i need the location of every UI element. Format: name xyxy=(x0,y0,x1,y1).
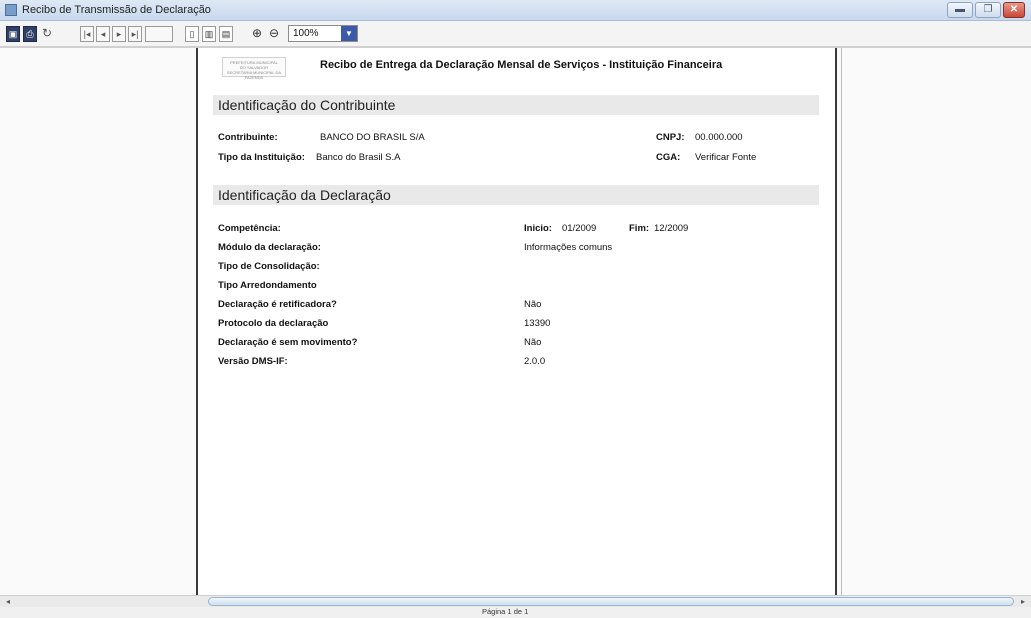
fim-label: Fim: xyxy=(629,223,650,234)
modulo-value: Informações comuns xyxy=(524,242,613,253)
versao-value: 2.0.0 xyxy=(524,356,546,367)
consolidacao-label: Tipo de Consolidação: xyxy=(218,261,320,272)
page-shadow xyxy=(841,48,842,596)
zoom-in-icon[interactable]: ⊕ xyxy=(250,26,264,42)
page-indicator: Página 1 de 1 xyxy=(482,607,529,616)
page-view-icon[interactable]: ▯ xyxy=(185,26,199,42)
tipo-instituicao-value: Banco do Brasil S.A xyxy=(316,152,401,163)
protocolo-value: 13390 xyxy=(524,318,551,329)
close-button[interactable]: ✕ xyxy=(1003,2,1025,18)
page-number-input[interactable] xyxy=(145,26,173,42)
contribuinte-label: Contribuinte: xyxy=(218,132,278,143)
inicio-value: 01/2009 xyxy=(562,223,597,234)
cga-value: Verificar Fonte xyxy=(695,152,757,163)
sem-movimento-label: Declaração é sem movimento? xyxy=(218,337,358,348)
retificadora-value: Não xyxy=(524,299,542,310)
contribuinte-value: BANCO DO BRASIL S/A xyxy=(320,132,425,143)
section-declaracao-header: Identificação da Declaração xyxy=(213,185,819,205)
title-bar: Recibo de Transmissão de Declaração ▬ ❐ … xyxy=(0,0,1031,21)
scroll-right-icon[interactable]: ▸ xyxy=(1017,596,1029,607)
cnpj-value: 00.000.000 xyxy=(695,132,743,143)
window-title: Recibo de Transmissão de Declaração xyxy=(22,4,211,16)
scrollbar-thumb[interactable] xyxy=(208,597,1014,606)
prefeitura-logo: PREFEITURA MUNICIPAL DO SALVADOR SECRETA… xyxy=(222,57,286,80)
minimize-button[interactable]: ▬ xyxy=(947,2,973,18)
two-pages-icon[interactable]: ▤ xyxy=(219,26,233,42)
toolbar: ▣ ⎙ ↻ |◂ ◂ ▸ ▸| ▯ ▥ ▤ ⊕ ⊖ 100% ▼ xyxy=(0,21,1031,47)
zoom-out-icon[interactable]: ⊖ xyxy=(267,26,281,42)
document-title: Recibo de Entrega da Declaração Mensal d… xyxy=(320,59,723,71)
versao-label: Versão DMS-IF: xyxy=(218,356,288,367)
inicio-label: Inicio: xyxy=(524,223,552,234)
report-viewer: PREFEITURA MUNICIPAL DO SALVADOR SECRETA… xyxy=(0,47,1031,596)
maximize-button[interactable]: ❐ xyxy=(975,2,1001,18)
save-icon[interactable]: ▣ xyxy=(6,26,20,42)
chevron-down-icon[interactable]: ▼ xyxy=(341,26,357,41)
app-icon xyxy=(5,4,17,16)
refresh-icon[interactable]: ↻ xyxy=(40,26,54,42)
protocolo-label: Protocolo da declaração xyxy=(218,318,329,329)
first-page-icon[interactable]: |◂ xyxy=(80,26,94,42)
scroll-left-icon[interactable]: ◂ xyxy=(2,596,14,607)
section-heading: Identificação do Contribuinte xyxy=(218,97,396,113)
zoom-select[interactable]: 100% ▼ xyxy=(288,25,358,42)
page-width-icon[interactable]: ▥ xyxy=(202,26,216,42)
cnpj-label: CNPJ: xyxy=(656,132,685,143)
section-heading: Identificação da Declaração xyxy=(218,187,391,203)
fim-value: 12/2009 xyxy=(654,223,689,234)
horizontal-scrollbar[interactable]: ◂ ▸ xyxy=(0,595,1031,607)
modulo-label: Módulo da declaração: xyxy=(218,242,321,253)
previous-page-icon[interactable]: ◂ xyxy=(96,26,110,42)
tipo-instituicao-label: Tipo da Instituição: xyxy=(218,152,305,163)
zoom-value: 100% xyxy=(293,28,319,39)
retificadora-label: Declaração é retificadora? xyxy=(218,299,337,310)
last-page-icon[interactable]: ▸| xyxy=(128,26,142,42)
report-page: PREFEITURA MUNICIPAL DO SALVADOR SECRETA… xyxy=(196,48,837,596)
sem-movimento-value: Não xyxy=(524,337,542,348)
section-contribuinte-header: Identificação do Contribuinte xyxy=(213,95,819,115)
competencia-label: Competência: xyxy=(218,223,281,234)
cga-label: CGA: xyxy=(656,152,681,163)
next-page-icon[interactable]: ▸ xyxy=(112,26,126,42)
status-bar: Página 1 de 1 xyxy=(0,607,1031,618)
window-controls: ▬ ❐ ✕ xyxy=(945,2,1025,19)
print-icon[interactable]: ⎙ xyxy=(23,26,37,42)
arredondamento-label: Tipo Arredondamento xyxy=(218,280,317,291)
